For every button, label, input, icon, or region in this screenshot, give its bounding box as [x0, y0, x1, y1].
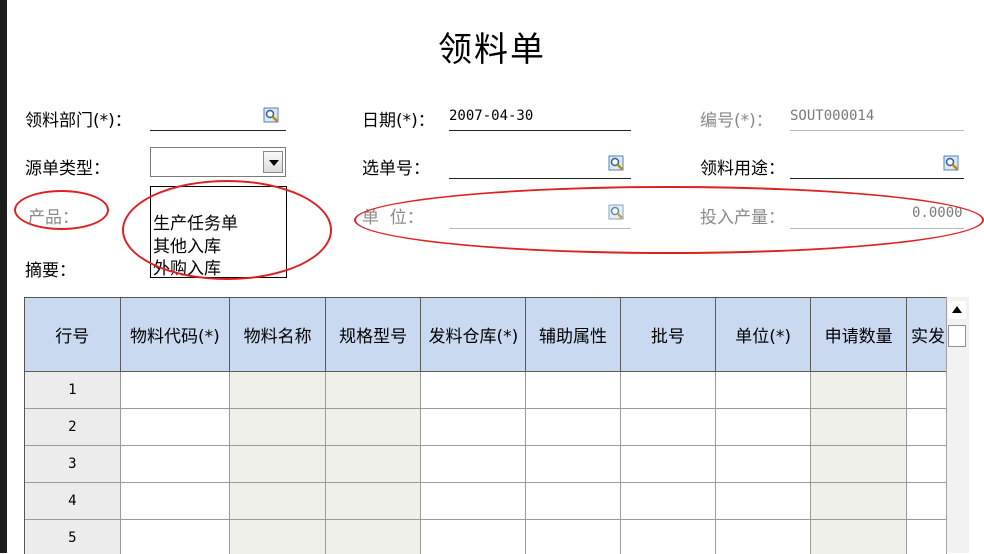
- table-cell[interactable]: [811, 372, 907, 409]
- select-no-field[interactable]: [449, 178, 631, 179]
- table-cell[interactable]: [526, 483, 621, 520]
- select-no-lookup-icon[interactable]: [608, 155, 625, 172]
- dept-label: 领料部门(*)：: [25, 106, 132, 131]
- table-cell[interactable]: [230, 483, 326, 520]
- table-row: 2: [25, 409, 947, 446]
- dept-field[interactable]: [150, 130, 286, 131]
- row-number-cell: 2: [25, 409, 120, 446]
- row-number-cell: 5: [25, 520, 120, 554]
- column-header-material-code[interactable]: 物料代码(*): [120, 298, 230, 372]
- scroll-up-arrow-icon[interactable]: [948, 301, 966, 319]
- table-cell[interactable]: [526, 409, 621, 446]
- table-cell[interactable]: [230, 446, 326, 483]
- date-label: 日期(*)：: [362, 106, 435, 131]
- column-header-spec[interactable]: 规格型号: [325, 298, 421, 372]
- table-cell[interactable]: [620, 520, 715, 554]
- summary-label: 摘要：: [25, 256, 76, 281]
- table-cell[interactable]: [620, 372, 715, 409]
- table-cell[interactable]: [526, 446, 621, 483]
- column-header-material-name[interactable]: 物料名称: [230, 298, 326, 372]
- table-cell[interactable]: [906, 446, 946, 483]
- table-cell[interactable]: [421, 446, 526, 483]
- table-row: 3: [25, 446, 947, 483]
- table-row: 4: [25, 483, 947, 520]
- number-label: 编号(*)：: [700, 106, 773, 131]
- table-cell[interactable]: [620, 483, 715, 520]
- table-cell[interactable]: [120, 520, 230, 554]
- column-header-row-no[interactable]: 行号: [25, 298, 120, 372]
- chevron-down-icon[interactable]: [263, 151, 283, 173]
- purpose-field[interactable]: [790, 178, 964, 179]
- purpose-label: 领料用途：: [700, 154, 785, 179]
- grid-vertical-scrollbar[interactable]: [946, 297, 969, 553]
- table-cell[interactable]: [620, 446, 715, 483]
- table-cell[interactable]: [906, 520, 946, 554]
- table-cell[interactable]: [906, 372, 946, 409]
- source-type-label: 源单类型：: [25, 154, 110, 179]
- highlight-ellipse-dropdown: [122, 180, 332, 280]
- table-cell[interactable]: [715, 372, 810, 409]
- table-cell[interactable]: [325, 446, 421, 483]
- table-cell[interactable]: [811, 409, 907, 446]
- table-cell[interactable]: [325, 483, 421, 520]
- table-row: 5: [25, 520, 947, 554]
- row-number-cell: 4: [25, 483, 120, 520]
- number-field-underline: [790, 130, 964, 131]
- detail-grid: 行号 物料代码(*) 物料名称 规格型号 发料仓库(*) 辅助属性 批号 单位(…: [24, 297, 947, 554]
- table-cell[interactable]: [526, 372, 621, 409]
- row-number-cell: 3: [25, 446, 120, 483]
- date-field-underline: [449, 130, 631, 131]
- column-header-unit[interactable]: 单位(*): [715, 298, 810, 372]
- table-cell[interactable]: [325, 372, 421, 409]
- table-cell[interactable]: [526, 520, 621, 554]
- column-header-requested-qty[interactable]: 申请数量: [811, 298, 907, 372]
- form-title: 领料单: [0, 22, 984, 71]
- table-cell[interactable]: [715, 409, 810, 446]
- table-cell[interactable]: [715, 483, 810, 520]
- table-cell[interactable]: [620, 409, 715, 446]
- table-cell[interactable]: [120, 483, 230, 520]
- number-value: SOUT000014: [790, 108, 874, 124]
- table-cell[interactable]: [715, 446, 810, 483]
- dept-lookup-icon[interactable]: [263, 107, 280, 124]
- table-row: 1: [25, 372, 947, 409]
- table-cell[interactable]: [230, 520, 326, 554]
- table-cell[interactable]: [421, 409, 526, 446]
- window-left-border: [0, 0, 7, 553]
- highlight-ellipse-product: [14, 190, 109, 230]
- table-cell[interactable]: [906, 483, 946, 520]
- column-header-batch[interactable]: 批号: [620, 298, 715, 372]
- column-header-aux-attr[interactable]: 辅助属性: [526, 298, 621, 372]
- column-header-warehouse[interactable]: 发料仓库(*): [421, 298, 526, 372]
- table-cell[interactable]: [421, 520, 526, 554]
- select-no-label: 选单号：: [362, 154, 430, 179]
- table-cell[interactable]: [421, 372, 526, 409]
- scroll-thumb[interactable]: [948, 325, 966, 347]
- table-cell[interactable]: [325, 409, 421, 446]
- purpose-lookup-icon[interactable]: [943, 155, 960, 172]
- table-cell[interactable]: [120, 446, 230, 483]
- table-cell[interactable]: [325, 520, 421, 554]
- table-cell[interactable]: [120, 409, 230, 446]
- table-cell[interactable]: [906, 409, 946, 446]
- table-cell[interactable]: [811, 446, 907, 483]
- source-type-select[interactable]: [150, 147, 286, 177]
- row-number-cell: 1: [25, 372, 120, 409]
- highlight-ellipse-unit-qty: [354, 186, 984, 254]
- column-header-actual-qty[interactable]: 实发: [906, 298, 946, 372]
- table-cell[interactable]: [120, 372, 230, 409]
- table-cell[interactable]: [421, 483, 526, 520]
- table-cell[interactable]: [230, 372, 326, 409]
- table-cell[interactable]: [230, 409, 326, 446]
- table-cell[interactable]: [811, 520, 907, 554]
- table-cell[interactable]: [715, 520, 810, 554]
- table-cell[interactable]: [811, 483, 907, 520]
- date-value[interactable]: 2007-04-30: [449, 108, 533, 124]
